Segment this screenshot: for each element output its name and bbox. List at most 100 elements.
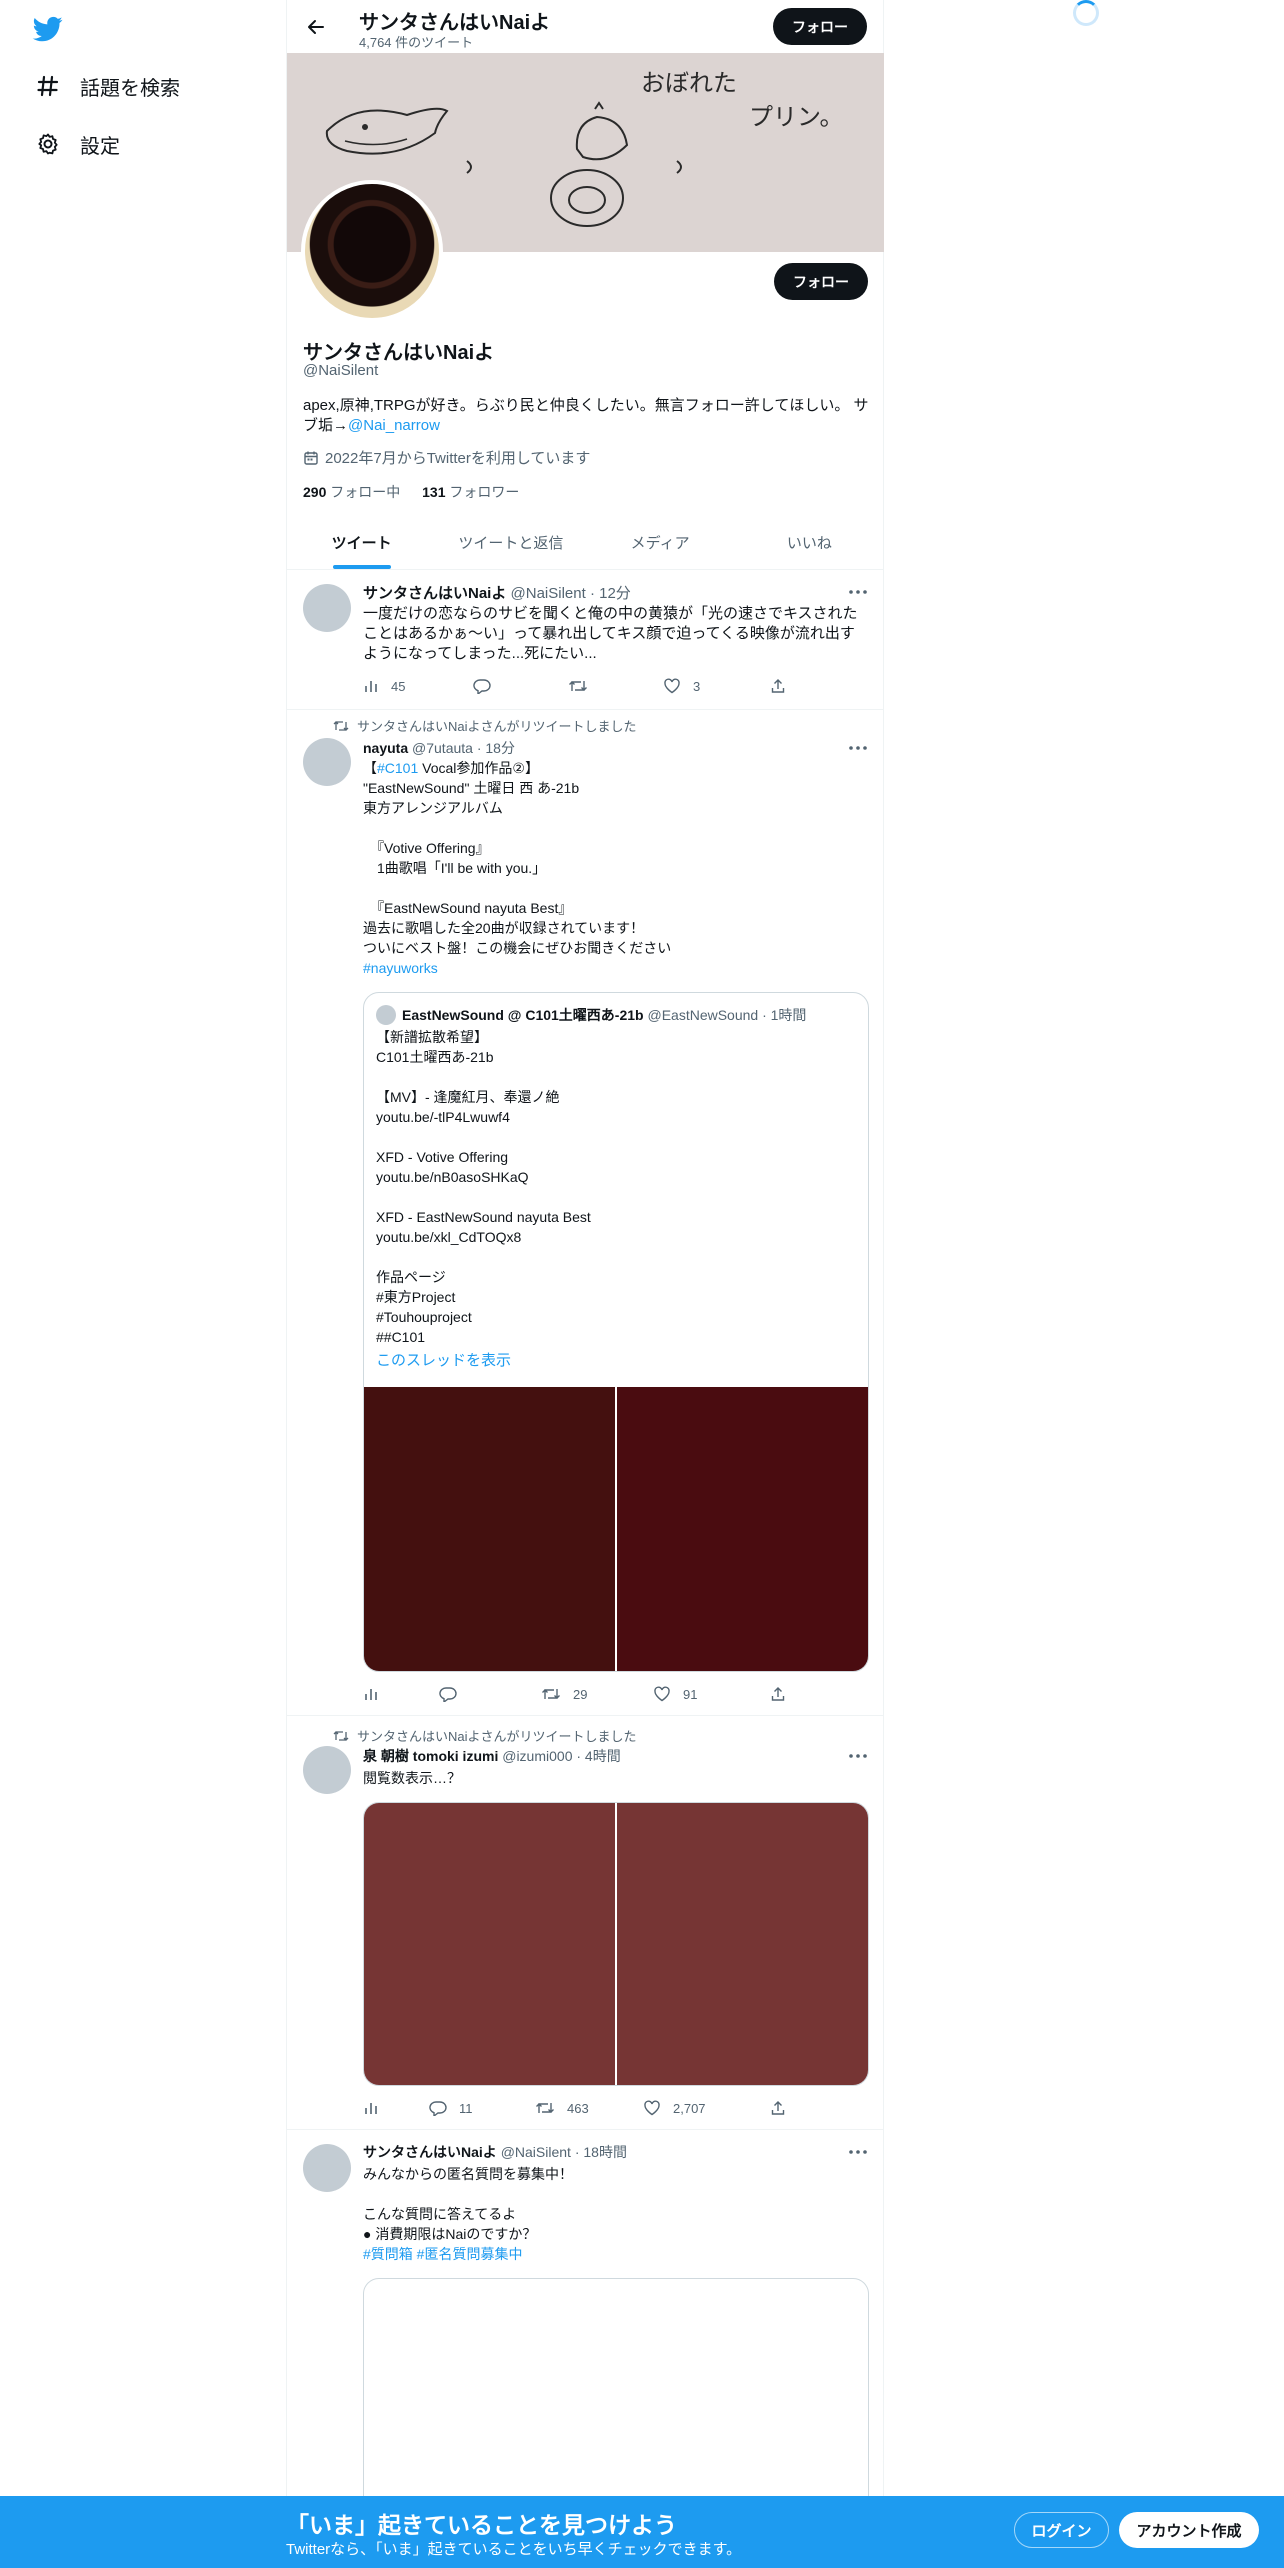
media-image[interactable] bbox=[617, 1803, 868, 2085]
avatar[interactable] bbox=[303, 584, 351, 632]
like-button[interactable]: 2,707 bbox=[643, 2100, 706, 2116]
retweet-context: サンタさんはいNaiよさんがリツイートしました bbox=[333, 1726, 637, 1745]
followers-label: フォロワー bbox=[449, 484, 520, 500]
more-icon[interactable] bbox=[848, 1746, 868, 1766]
retweet-icon bbox=[536, 2103, 554, 2113]
sidebar-item-explore[interactable]: 話題を検索 bbox=[34, 66, 180, 106]
retweet-icon bbox=[542, 1689, 560, 1699]
like-button[interactable]: 3 bbox=[663, 678, 700, 694]
reply-button[interactable]: 11 bbox=[429, 2100, 473, 2116]
tweet-author-name[interactable]: サンタさんはいNaiよ bbox=[363, 585, 506, 602]
bio-link[interactable]: @Nai_narrow bbox=[348, 417, 440, 434]
views-icon bbox=[365, 1689, 377, 1700]
share-button[interactable] bbox=[770, 2100, 786, 2116]
more-icon[interactable] bbox=[848, 2142, 868, 2162]
followers-link[interactable]: 131 フォロワー bbox=[422, 484, 519, 500]
media-image[interactable] bbox=[617, 1387, 868, 1671]
tweet[interactable]: サンタさんはいNaiよさんがリツイートしました nayuta @7utauta … bbox=[287, 710, 884, 1716]
heart-icon bbox=[654, 1686, 670, 1702]
hashtag-link[interactable]: #質問箱 #匿名質問募集中 bbox=[363, 2246, 522, 2262]
sidebar-item-label: 話題を検索 bbox=[80, 77, 180, 100]
tweet-text: 【#C101 Vocal参加作品②】 "EastNewSound" 土曜日 西 … bbox=[363, 758, 869, 978]
tweet-author-name[interactable]: サンタさんはいNaiよ bbox=[363, 2144, 497, 2160]
login-button[interactable]: ログイン bbox=[1014, 2512, 1109, 2548]
retweet-icon bbox=[569, 681, 587, 691]
profile-avatar[interactable] bbox=[301, 180, 443, 322]
banner-text-2: プリン。 bbox=[749, 103, 844, 131]
tab-likes[interactable]: いいね bbox=[735, 516, 884, 569]
profile-bio: apex,原神,TRPGが好き。らぶり民と仲良くしたい。無言フォロー許してほしい… bbox=[303, 396, 869, 436]
retweet-button[interactable]: 463 bbox=[535, 2100, 589, 2116]
sidebar-item-label: 設定 bbox=[80, 135, 120, 158]
tweet[interactable]: サンタさんはいNaiよ @NaiSilent · 12分 一度だけの恋ならのサビ… bbox=[287, 570, 884, 710]
heart-icon bbox=[664, 678, 680, 694]
following-link[interactable]: 290 フォロー中 bbox=[303, 484, 400, 500]
tweet-actions: 11 463 2,707 bbox=[363, 2100, 813, 2120]
avatar[interactable] bbox=[303, 2144, 351, 2192]
profile-follow-counts: 290 フォロー中 131 フォロワー bbox=[303, 482, 519, 502]
tweet-text-main: みんなからの匿名質問を募集中！ こんな質問に答えてるよ ● 消費期限はNaiので… bbox=[363, 2166, 573, 2242]
calendar-icon bbox=[304, 451, 318, 465]
tab-tweets-and-replies[interactable]: ツイートと返信 bbox=[436, 516, 585, 569]
media-image[interactable] bbox=[364, 1803, 615, 2085]
header-follow-button[interactable]: フォロー bbox=[773, 8, 867, 45]
share-button[interactable] bbox=[770, 1686, 786, 1702]
share-button[interactable] bbox=[770, 678, 786, 694]
signup-banner-title: 「いま」起きていることを見つけよう bbox=[286, 2512, 677, 2538]
reply-count: 11 bbox=[459, 2100, 473, 2116]
tweet-author-name[interactable]: 泉 朝樹 tomoki izumi bbox=[363, 1748, 498, 1764]
quote-meta: @EastNewSound · 1時間 bbox=[647, 1007, 807, 1023]
followers-count: 131 bbox=[422, 484, 446, 500]
profile-joined: 2022年7月からTwitterを利用しています bbox=[303, 447, 590, 468]
tweet-meta: @NaiSilent · 18時間 bbox=[500, 2144, 627, 2160]
hashtag-link[interactable]: #nayuworks bbox=[363, 960, 438, 976]
quote-media[interactable] bbox=[364, 1387, 868, 1671]
tweet[interactable]: サンタさんはいNaiよさんがリツイートしました 泉 朝樹 tomoki izum… bbox=[287, 1716, 884, 2130]
reply-button[interactable] bbox=[473, 678, 503, 694]
retweet-context: サンタさんはいNaiよさんがリツイートしました bbox=[333, 716, 637, 735]
views-button[interactable]: 45 bbox=[363, 678, 405, 694]
tweet-media[interactable] bbox=[363, 1802, 869, 2086]
sidebar-item-settings[interactable]: 設定 bbox=[34, 124, 120, 164]
profile-follow-button[interactable]: フォロー bbox=[774, 263, 868, 300]
hashtag-link[interactable]: #C101 bbox=[377, 760, 418, 776]
tweet-header: サンタさんはいNaiよ @NaiSilent · 12分 bbox=[363, 582, 631, 603]
media-image[interactable] bbox=[364, 1387, 615, 1671]
like-button[interactable]: 91 bbox=[653, 1686, 697, 1702]
heart-icon bbox=[644, 2100, 660, 2116]
views-button[interactable] bbox=[363, 1686, 391, 1702]
sidebar: 話題を検索 設定 bbox=[0, 0, 286, 2568]
tweet-author-name[interactable]: nayuta bbox=[363, 740, 408, 756]
avatar[interactable] bbox=[303, 738, 351, 786]
banner-text-1: おぼれた bbox=[641, 69, 737, 97]
tweet-meta: @izumi000 · 4時間 bbox=[502, 1748, 621, 1764]
quoted-tweet[interactable]: EastNewSound @ C101土曜西あ-21b @EastNewSoun… bbox=[363, 992, 869, 1672]
profile-name: サンタさんはいNaiよ bbox=[303, 342, 495, 364]
quote-author-name: EastNewSound @ C101土曜西あ-21b bbox=[402, 1007, 644, 1023]
retweet-button[interactable] bbox=[568, 678, 600, 694]
avatar[interactable] bbox=[303, 1746, 351, 1794]
retweeted-by: サンタさんはいNaiよさんがリツイートしました bbox=[357, 719, 637, 734]
following-count: 290 bbox=[303, 484, 327, 500]
header-name: サンタさんはいNaiよ bbox=[359, 12, 551, 34]
tweet-header: 泉 朝樹 tomoki izumi @izumi000 · 4時間 bbox=[363, 1746, 621, 1766]
back-arrow-icon[interactable] bbox=[301, 12, 331, 42]
tab-media[interactable]: メディア bbox=[586, 516, 735, 569]
more-icon[interactable] bbox=[848, 738, 868, 758]
retweet-count: 29 bbox=[573, 1686, 588, 1702]
signup-banner: 「いま」起きていることを見つけよう Twitterなら、「いま」起きていることを… bbox=[0, 2496, 1284, 2568]
tweet-text-prefix: 【 bbox=[363, 760, 377, 776]
profile-handle: @NaiSilent bbox=[303, 362, 379, 379]
tweet-text: みんなからの匿名質問を募集中！ こんな質問に答えてるよ ● 消費期限はNaiので… bbox=[363, 2164, 869, 2264]
reply-button[interactable] bbox=[439, 1686, 469, 1702]
show-thread-link[interactable]: このスレッドを表示 bbox=[376, 1349, 511, 1370]
tweet-header: nayuta @7utauta · 18分 bbox=[363, 738, 515, 758]
share-icon bbox=[771, 679, 785, 693]
loading-spinner-icon bbox=[1073, 0, 1099, 26]
retweet-button[interactable]: 29 bbox=[541, 1686, 587, 1702]
signup-button[interactable]: アカウント作成 bbox=[1119, 2512, 1259, 2548]
views-button[interactable] bbox=[363, 2100, 391, 2116]
twitter-bird-icon[interactable] bbox=[31, 14, 65, 44]
more-icon[interactable] bbox=[848, 582, 868, 602]
tab-tweets[interactable]: ツイート bbox=[287, 516, 436, 569]
